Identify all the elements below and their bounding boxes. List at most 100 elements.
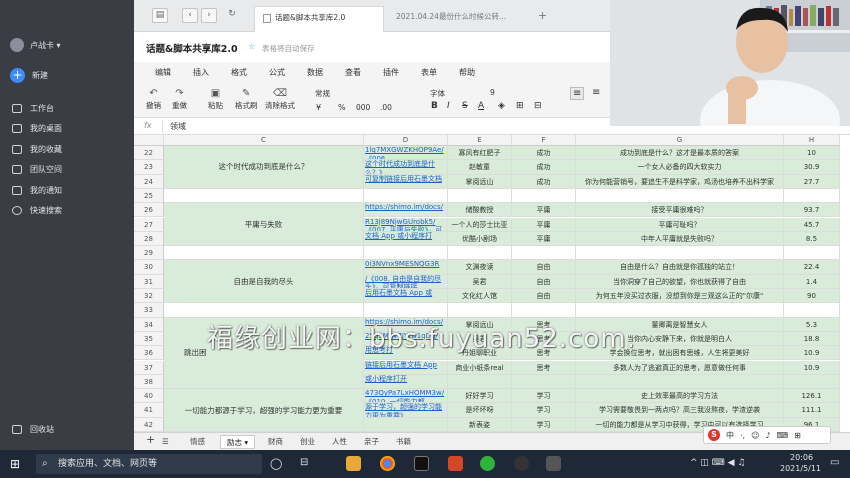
table-cell[interactable] [512,374,576,390]
sheet-tab-books[interactable]: 书籍 [390,435,417,449]
menu-help[interactable]: 帮助 [448,62,486,82]
row-header[interactable]: 28 [134,231,164,247]
row-header[interactable]: 33 [134,303,164,318]
row-header[interactable]: 32 [134,289,164,304]
table-cell[interactable]: 多数人为了逃避真正的思考，愿意做任何事 [576,360,784,375]
text-color-icon[interactable]: A [478,101,484,111]
recorder-icon[interactable] [514,456,529,471]
table-cell[interactable]: 优酷小剧场 [448,231,512,247]
table-cell[interactable] [448,374,512,390]
table-cell[interactable]: 93.7 [784,203,840,218]
table-cell[interactable]: 平庸 [512,217,576,232]
table-cell[interactable]: 1.4 [784,274,840,289]
column-header-e[interactable]: E [448,135,512,146]
table-cell[interactable] [512,246,576,261]
table-cell[interactable]: 为何五年没买过衣服，没想到你是三观这么正的"尔康" [576,289,784,304]
app-icon[interactable] [546,456,561,471]
table-cell[interactable]: 一个人的莎士比亚 [448,217,512,232]
decimal-button[interactable]: .00 [380,103,392,112]
table-cell[interactable] [576,374,784,390]
fill-color-icon[interactable]: ◈ [498,101,505,111]
table-cell[interactable] [448,246,512,261]
user-menu[interactable]: 卢战卡 ▾ [10,38,61,52]
table-cell[interactable]: 成功 [512,160,576,175]
row-header[interactable]: 27 [134,217,164,232]
align-left-icon[interactable]: ≡ [570,87,585,100]
table-cell[interactable]: 成功到底是什么？这才是最本质的答案 [576,146,784,161]
table-cell[interactable]: 10.9 [784,346,840,361]
keyboard-icon[interactable]: ⌨ [777,431,789,440]
windows-start-icon[interactable]: ⊞ [10,457,20,471]
currency-button[interactable]: ¥ [316,103,321,112]
sidebar-item-desktop[interactable]: 我的桌面 [12,119,62,140]
sheet-tab-finance[interactable]: 财商 [262,435,289,449]
table-cell[interactable]: 学习需要敬畏到一两点吗？高三我没熬夜，学渣逆袭 [576,403,784,418]
table-cell[interactable]: 平庸 [512,203,576,218]
row-header[interactable]: 23 [134,160,164,175]
border-icon[interactable]: ⊞ [516,101,524,111]
column-header-g[interactable]: G [576,135,784,146]
row-header[interactable]: 34 [134,317,164,332]
notification-icon[interactable]: ▭ [830,457,839,468]
table-cell[interactable]: 商业小纸条real [448,360,512,375]
link-cell[interactable] [364,303,448,318]
menu-format[interactable]: 格式 [220,62,258,82]
table-cell[interactable]: 27.7 [784,174,840,189]
row-header[interactable]: 25 [134,188,164,204]
row-header[interactable]: 36 [134,346,164,361]
formula-input[interactable]: 领域 [170,121,186,132]
task-view-icon[interactable]: ◯ [270,457,282,470]
table-cell[interactable] [784,303,840,318]
menu-view[interactable]: 查看 [334,62,372,82]
star-icon[interactable]: ☆ [248,42,255,51]
table-cell[interactable]: 好好学习 [448,389,512,404]
menu-plugins[interactable]: 插件 [372,62,410,82]
merged-topic-cell[interactable]: 这个时代成功到底是什么？ [164,146,364,189]
sheet-tab-emotion[interactable]: 情感 [184,435,211,449]
tab-inactive[interactable]: 2021.04.24最份什么时候公转... [388,6,518,32]
table-cell[interactable]: 文化红人馆 [448,289,512,304]
menu-insert[interactable]: 插入 [182,62,220,82]
sheet-tab-parenting[interactable]: 亲子 [358,435,385,449]
merged-topic-cell[interactable]: 自由是自我的尽头 [164,260,364,304]
table-cell[interactable]: 自由 [512,260,576,275]
table-cell[interactable]: 自由是什么？自由就是你孤独的站立！ [576,260,784,275]
table-cell[interactable]: 18.8 [784,331,840,347]
row-header[interactable]: 24 [134,174,164,189]
redo-button[interactable]: ↷ 重做 [172,88,187,111]
tab-active[interactable]: 话题&脚本共享库2.0 [254,6,384,32]
corner-cell[interactable] [134,135,164,146]
table-cell[interactable]: 学习 [512,403,576,418]
row-header[interactable]: 40 [134,389,164,404]
table-cell[interactable]: 储酸教授 [448,203,512,218]
table-cell[interactable] [576,303,784,318]
table-cell[interactable] [512,303,576,318]
chrome-icon[interactable] [380,456,395,471]
sidebar-item-team[interactable]: 团队空间 [12,160,62,181]
new-button[interactable]: + 新建 [10,68,48,83]
table-cell[interactable]: 赵敏童 [448,160,512,175]
table-cell[interactable]: 5.3 [784,317,840,332]
format-painter-button[interactable]: ✎ 格式刷 [235,88,258,111]
table-cell[interactable] [164,246,364,261]
row-header[interactable]: 30 [134,260,164,275]
link-cell[interactable] [364,188,448,204]
undo-button[interactable]: ↶ 撤销 [146,88,161,111]
table-cell[interactable]: 平庸 [512,231,576,247]
table-cell[interactable]: 126.1 [784,389,840,404]
table-cell[interactable]: 学习 [512,417,576,432]
table-cell[interactable]: 自由 [512,289,576,304]
back-icon[interactable]: ‹ [182,8,198,23]
sidebar-item-notifications[interactable]: 我的通知 [12,180,62,201]
row-header[interactable]: 42 [134,417,164,432]
menu-data[interactable]: 数据 [296,62,334,82]
link-cell[interactable]: 源于学习，超强的学习能力更为重要》 [364,403,448,418]
table-cell[interactable]: 当你洞穿了自己的欲望，你也就获得了自由 [576,274,784,289]
link-cell[interactable]: https://shimo.im/docs/ [364,203,448,218]
powerpoint-icon[interactable] [448,456,463,471]
table-cell[interactable] [576,188,784,204]
column-header-d[interactable]: D [364,135,448,146]
doc-title[interactable]: 话题&脚本共享库2.0 [146,41,238,55]
link-cell[interactable] [364,246,448,261]
obs-icon[interactable] [414,456,429,471]
